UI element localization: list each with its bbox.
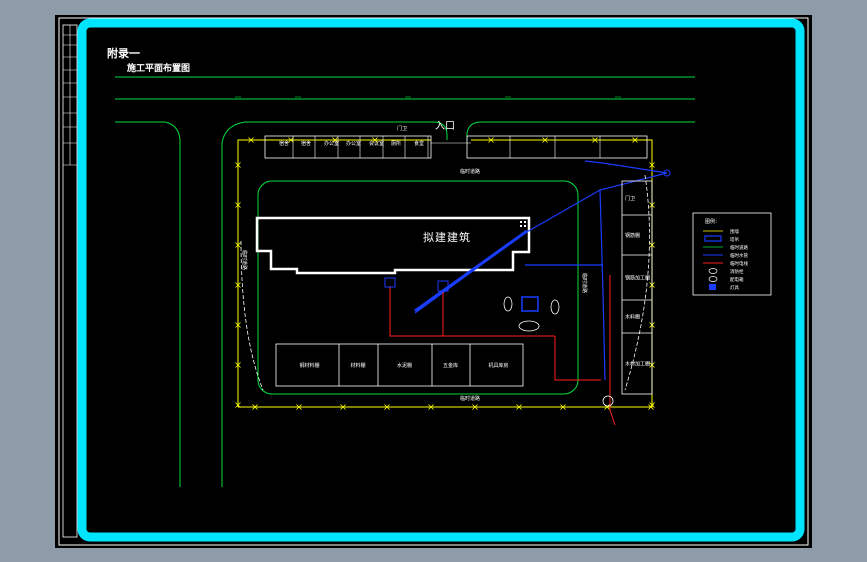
top-facility-label: 厕所 [391, 140, 401, 147]
legend-item-label: 围墙 [730, 228, 739, 235]
legend-item: 临时道路 [703, 244, 748, 251]
right-facility-label: 木料棚 [625, 314, 640, 321]
right-road-label: 临时道路 [581, 273, 588, 293]
equipment-symbols [503, 296, 614, 407]
sheet-border [58, 17, 809, 546]
top-facility-label: 办公室 [346, 140, 361, 147]
legend-item: 消防栓 [708, 268, 744, 275]
proposed-building-outline [255, 216, 531, 275]
legend-item-label: 灯具 [730, 284, 739, 291]
legend-item: 配电箱 [708, 276, 744, 283]
entrance: 入口 [431, 121, 471, 144]
right-facility-label: 钢筋加工棚 [625, 275, 650, 282]
bottom-shed-label: 钢材料棚 [300, 362, 320, 369]
top-facilities: 宿舍 宿舍 办公室 办公室 会议室 厕所 食堂 [279, 136, 601, 158]
distribution-boxes [384, 277, 539, 312]
top-facility-label: 宿舍 [279, 140, 289, 147]
legend-item-label: 临时水管 [730, 252, 748, 259]
legend-item: 临时电线 [703, 260, 748, 267]
bottom-shed-label: 材料棚 [351, 362, 366, 369]
legend-title: 图例： [705, 218, 720, 225]
power-lines [389, 275, 616, 426]
top-facility-label: 食堂 [414, 140, 424, 147]
legend-item-label: 临时电线 [730, 260, 748, 267]
building-label: 拟建建筑 [423, 230, 471, 244]
legend-item: 灯具 [709, 284, 739, 291]
right-facilities: 门卫钢筋棚钢筋加工棚木料棚木材加工棚 [622, 195, 652, 368]
bottom-shed-label: 水泥棚 [397, 362, 412, 369]
legend: 图例： 围墙塔吊临时道路临时水管临时电线消防栓配电箱灯具 [692, 212, 772, 296]
top-facility-label: 会议室 [369, 140, 384, 147]
top-facility-label: 办公室 [324, 140, 339, 147]
legend-item-label: 消防栓 [730, 268, 744, 275]
site-plan-drawing: 附录一 施工平面布置图 宿舍 宿舍 办公室 办公室 会议室 厕所 食堂 门卫 入口 临时道路 [58, 17, 809, 546]
right-facility-label: 木材加工棚 [625, 361, 650, 368]
legend-item-label: 塔吊 [730, 236, 739, 243]
title-line-2: 施工平面布置图 [127, 62, 190, 74]
top-facility-strip [264, 135, 648, 159]
binding-strip [62, 24, 78, 538]
top-facility-label: 宿舍 [301, 140, 311, 147]
building-corner-marks [520, 221, 526, 227]
legend-item-label: 配电箱 [730, 276, 744, 283]
legend-item: 临时水管 [703, 252, 748, 259]
drawing-frame [77, 18, 805, 542]
top-right-room-label: 门卫 [397, 125, 407, 132]
crane-swing-arc-right [624, 174, 650, 391]
legend-item: 塔吊 [704, 235, 739, 243]
title-line-1: 附录一 [107, 46, 140, 60]
legend-item-label: 临时道路 [730, 244, 748, 251]
bottom-road-label: 临时道路 [460, 395, 480, 402]
legend-item: 围墙 [703, 228, 739, 235]
bottom-shed-label: 五金库 [443, 362, 458, 369]
bottom-sheds: 钢材料棚 材料棚 水泥棚 五金库 机具库房 [300, 344, 509, 386]
right-facility-label: 钢筋棚 [625, 232, 640, 239]
entrance-label: 入口 [435, 121, 455, 132]
bottom-shed-label: 机具库房 [489, 362, 509, 369]
left-road-label: 临时道路 [241, 250, 248, 270]
right-facility-label: 门卫 [625, 195, 635, 202]
drawing-viewport[interactable]: 附录一 施工平面布置图 宿舍 宿舍 办公室 办公室 会议室 厕所 食堂 门卫 入口 临时道路 [55, 15, 812, 548]
top-road-label: 临时道路 [460, 168, 480, 175]
